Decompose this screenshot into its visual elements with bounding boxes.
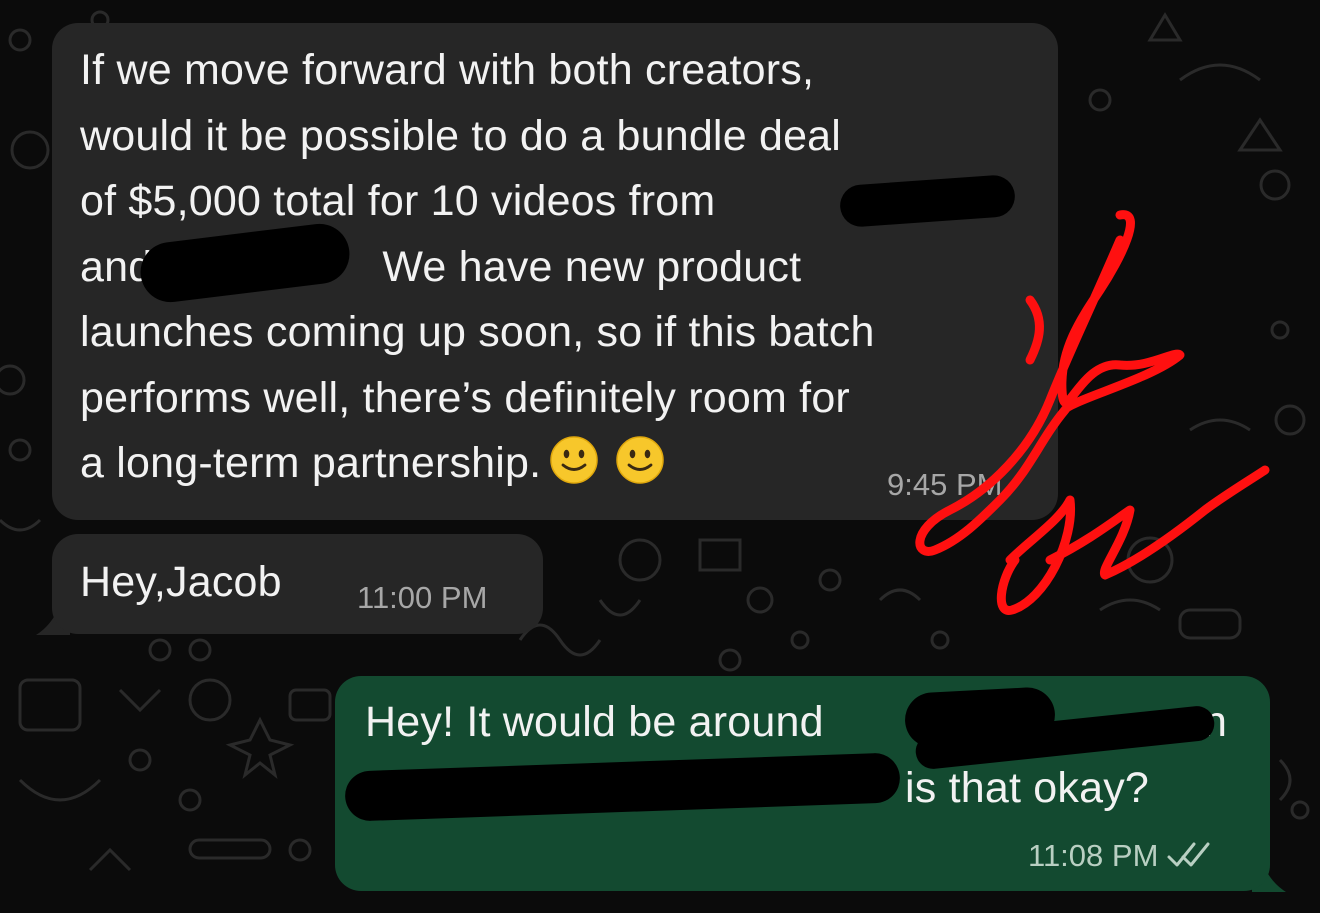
double-check-read-icon bbox=[1167, 842, 1210, 867]
message-timestamp: 11:08 PM bbox=[1028, 838, 1212, 874]
message-text: Hey,Jacob bbox=[80, 558, 282, 606]
message-line: If we move forward with both creators, bbox=[80, 46, 815, 94]
message-line-fragment: a long-term partnership. bbox=[80, 439, 542, 487]
slightly-smiling-face-icon bbox=[616, 436, 665, 484]
message-line: would it be possible to do a bundle deal bbox=[80, 111, 842, 160]
timestamp-text: 11:08 PM bbox=[1028, 838, 1159, 873]
message-timestamp: 9:45 PM bbox=[887, 467, 1003, 502]
message-line-fragment: We have new product bbox=[382, 242, 802, 291]
message-line: performs well, there’s definitely room f… bbox=[80, 373, 850, 422]
message-line: of $5,000 total for 10 videos from bbox=[80, 177, 716, 225]
slightly-smiling-face-icon bbox=[550, 436, 599, 484]
message-timestamp: 11:00 PM bbox=[357, 580, 488, 615]
message-line: launches coming up soon, so if this batc… bbox=[80, 308, 875, 356]
message-line: Hey! It would be around bbox=[365, 698, 824, 746]
incoming-message-bubble[interactable]: Hey,Jacob 11:00 PM bbox=[52, 534, 543, 634]
message-line: a long-term partnership. bbox=[80, 431, 875, 497]
